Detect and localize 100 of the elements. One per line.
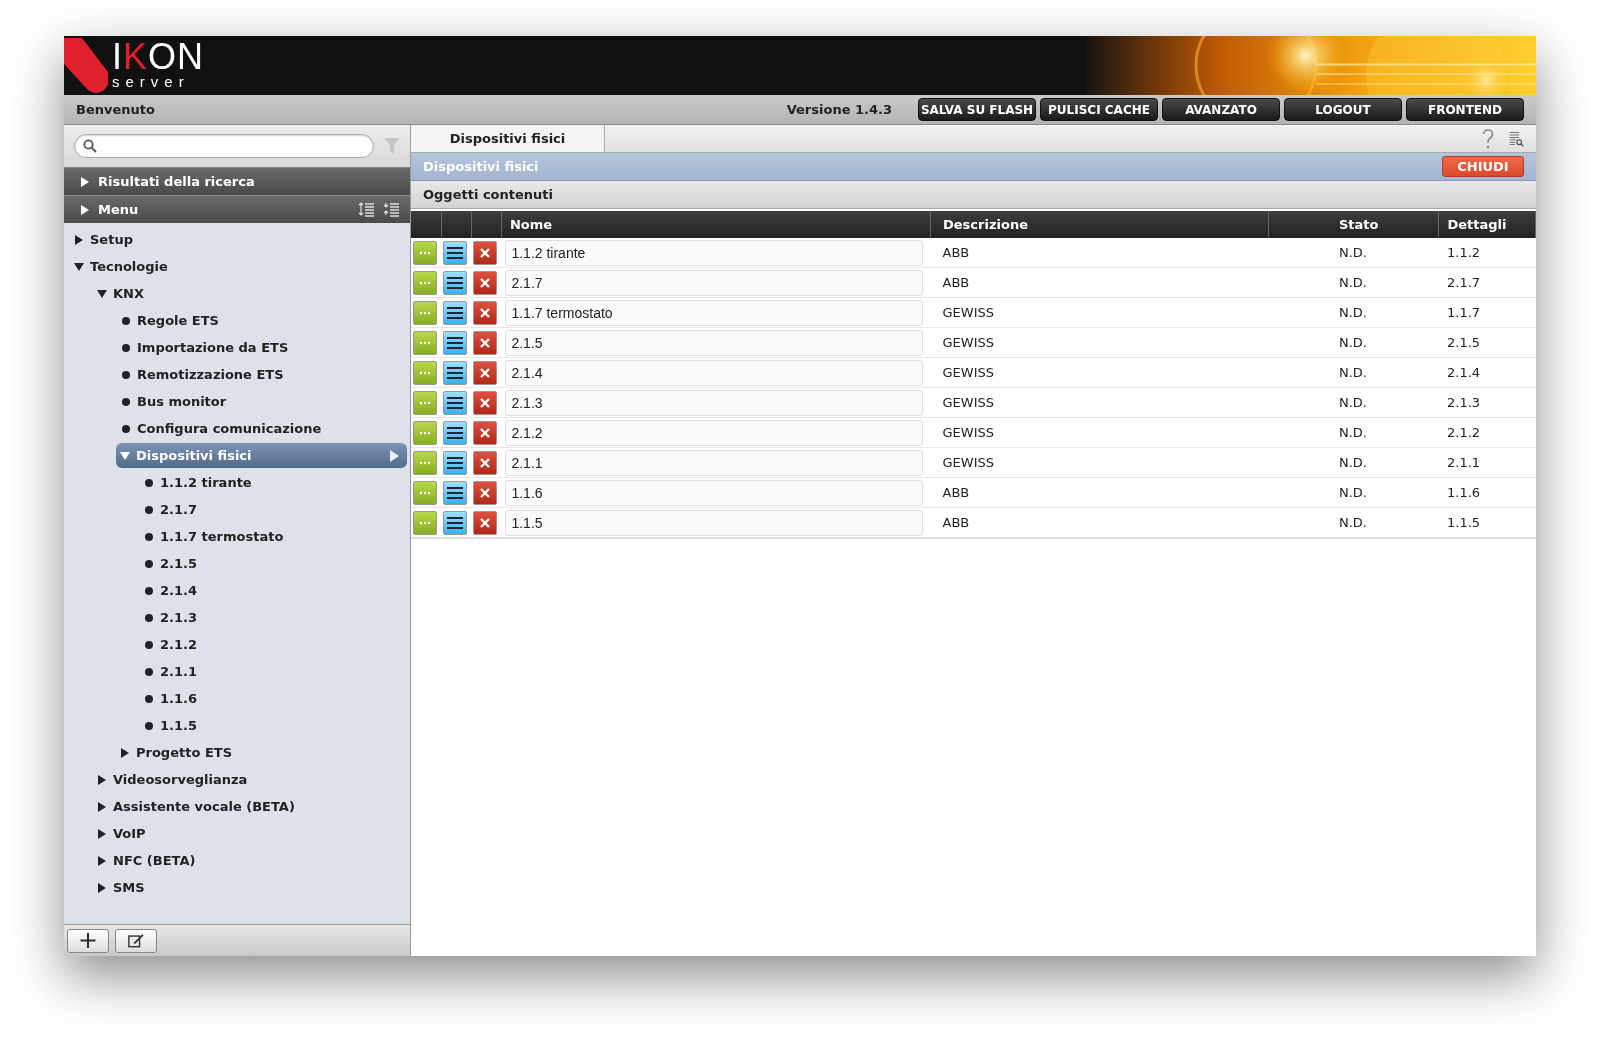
delete-button[interactable] [473, 240, 498, 265]
list-button[interactable] [443, 240, 468, 265]
name-field[interactable]: 1.1.2 tirante [505, 239, 923, 266]
tree-label: Tecnologie [90, 259, 169, 274]
toolbar-button[interactable]: FRONTEND [1406, 98, 1524, 121]
more-button[interactable] [413, 450, 437, 475]
tree-item[interactable]: 2.1.1 [139, 659, 407, 684]
tree-item[interactable]: Importazione da ETS [116, 335, 407, 360]
tree-item[interactable]: 2.1.7 [139, 497, 407, 522]
delete-button[interactable] [473, 270, 498, 295]
more-button[interactable] [413, 330, 437, 355]
column-header[interactable]: Nome [509, 217, 553, 232]
list-button[interactable] [443, 300, 468, 325]
table-cell: GEWISS [942, 365, 994, 380]
search-field[interactable] [74, 134, 374, 158]
tree-item[interactable]: 1.1.5 [139, 713, 407, 738]
list-button[interactable] [443, 390, 468, 415]
collapsed-arrow-icon[interactable] [80, 176, 90, 187]
collapsed-arrow-icon[interactable] [97, 855, 107, 866]
list-button[interactable] [443, 450, 468, 475]
list-button[interactable] [443, 420, 468, 445]
tree-item[interactable]: Tecnologie [70, 254, 407, 279]
name-field[interactable]: 2.1.3 [505, 389, 923, 416]
name-field[interactable]: 2.1.7 [505, 269, 923, 296]
more-button[interactable] [413, 360, 437, 385]
more-button[interactable] [413, 240, 437, 265]
tree-item[interactable]: Regole ETS [116, 308, 407, 333]
tree-item[interactable]: 2.1.4 [139, 578, 407, 603]
delete-button[interactable] [473, 420, 498, 445]
table-cell: N.D. [1339, 515, 1367, 530]
tree-item[interactable]: 2.1.3 [139, 605, 407, 630]
tree-item[interactable]: 1.1.6 [139, 686, 407, 711]
toolbar-button[interactable]: AVANZATO [1162, 98, 1280, 121]
delete-button[interactable] [473, 480, 498, 505]
delete-button[interactable] [473, 330, 498, 355]
collapsed-arrow-icon[interactable] [80, 204, 90, 215]
tree-label: 2.1.5 [160, 556, 198, 571]
more-button[interactable] [413, 270, 437, 295]
tree-item[interactable]: 1.1.7 termostato [139, 524, 407, 549]
name-field[interactable]: 2.1.5 [505, 329, 923, 356]
column-header[interactable]: Stato [1339, 217, 1379, 232]
tree-item[interactable]: Configura comunicazione [116, 416, 407, 441]
collapsed-arrow-icon[interactable] [97, 828, 107, 839]
more-button[interactable] [413, 300, 437, 325]
list-button[interactable] [443, 330, 468, 355]
toolbar-button[interactable]: PULISCI CACHE [1040, 98, 1158, 121]
more-button[interactable] [413, 420, 437, 445]
tree-item[interactable]: NFC (BETA) [93, 848, 407, 873]
collapsed-arrow-icon[interactable] [74, 234, 84, 245]
tree-item[interactable]: Remotizzazione ETS [116, 362, 407, 387]
toolbar-button[interactable]: SALVA SU FLASH [918, 98, 1036, 121]
expanded-arrow-icon[interactable] [97, 288, 107, 299]
collapsed-arrow-icon[interactable] [120, 747, 130, 758]
section-header[interactable]: Risultati della ricerca [64, 167, 410, 195]
tree-item[interactable]: Assistente vocale (BETA) [93, 794, 407, 819]
name-field[interactable]: 1.1.5 [505, 509, 923, 536]
section-header[interactable]: Menu [64, 195, 410, 223]
tree-item[interactable]: 2.1.2 [139, 632, 407, 657]
tree-item[interactable]: SMS [93, 875, 407, 900]
tree-item[interactable]: 2.1.5 [139, 551, 407, 576]
name-field[interactable]: 2.1.4 [505, 359, 923, 386]
delete-button[interactable] [473, 360, 498, 385]
delete-button[interactable] [473, 300, 498, 325]
tree-item[interactable]: Setup [70, 227, 407, 252]
expanded-arrow-icon[interactable] [74, 261, 84, 272]
list-button[interactable] [443, 270, 468, 295]
column-header[interactable]: Descrizione [943, 217, 1028, 232]
edit-button[interactable] [115, 928, 157, 953]
name-field[interactable]: 1.1.7 termostato [505, 299, 923, 326]
tree-item[interactable]: KNX [93, 281, 407, 306]
tree-item[interactable]: Dispositivi fisici [116, 443, 407, 468]
more-button[interactable] [413, 510, 437, 535]
list-button[interactable] [443, 360, 468, 385]
name-field[interactable]: 2.1.1 [505, 449, 923, 476]
collapsed-arrow-icon[interactable] [97, 774, 107, 785]
table-cell: N.D. [1339, 455, 1367, 470]
tree-item[interactable]: Videosorveglianza [93, 767, 407, 792]
collapsed-arrow-icon[interactable] [97, 801, 107, 812]
add-button[interactable] [67, 928, 109, 953]
list-button[interactable] [443, 480, 468, 505]
tree-item[interactable]: Progetto ETS [116, 740, 407, 765]
delete-button[interactable] [473, 450, 498, 475]
delete-button[interactable] [473, 510, 498, 535]
tree-item[interactable]: Bus monitor [116, 389, 407, 414]
more-button[interactable] [413, 390, 437, 415]
tree-item[interactable]: 1.1.2 tirante [139, 470, 407, 495]
more-button[interactable] [413, 480, 437, 505]
list-button[interactable] [443, 510, 468, 535]
name-field[interactable]: 2.1.2 [505, 419, 923, 446]
collapsed-arrow-icon[interactable] [97, 882, 107, 893]
toolbar-button[interactable]: LOGOUT [1284, 98, 1402, 121]
help-icon[interactable] [1480, 128, 1496, 149]
arrow-icon[interactable] [389, 449, 399, 462]
collapse-all-icon[interactable] [383, 202, 400, 217]
expand-all-icon[interactable] [358, 202, 375, 217]
delete-button[interactable] [473, 390, 498, 415]
name-field[interactable]: 1.1.6 [505, 479, 923, 506]
tree-item[interactable]: VoIP [93, 821, 407, 846]
close-button[interactable]: CHIUDI [1442, 156, 1524, 177]
tab[interactable]: Dispositivi fisici [411, 125, 605, 152]
